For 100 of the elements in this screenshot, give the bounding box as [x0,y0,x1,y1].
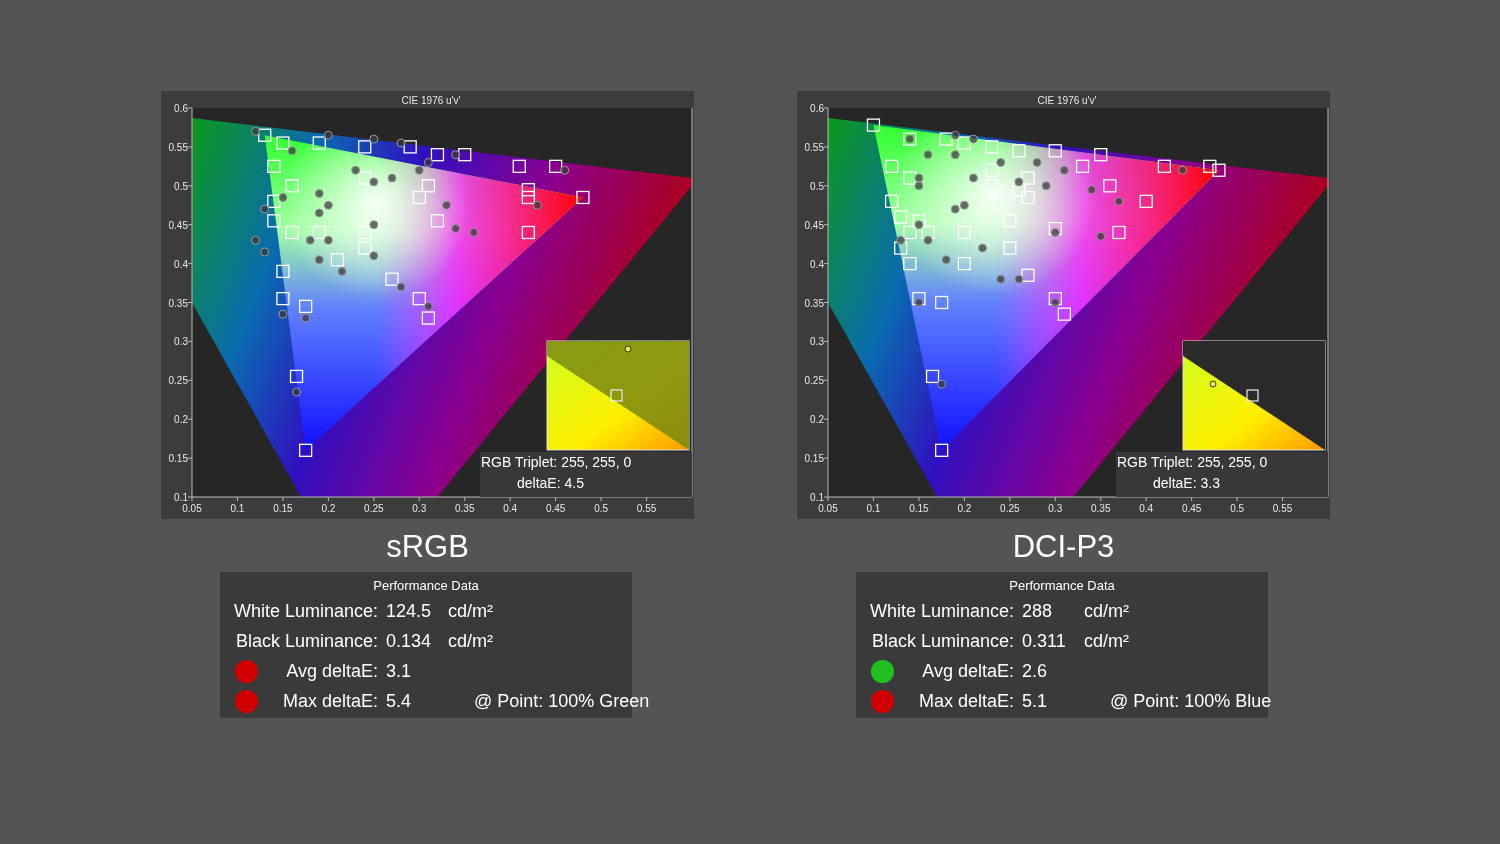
target-square [330,253,345,267]
measured-point [369,251,379,261]
metric-value: 288 [1021,599,1054,623]
measured-point [451,150,461,160]
target-square [289,369,304,384]
target-square [885,159,899,173]
y-tick-label: 0.45 [168,219,188,231]
target-square [312,136,326,150]
measured-point [396,138,406,148]
metric-value: 5.1 [1021,689,1049,713]
measured-point [337,266,347,276]
target-square [957,136,971,150]
x-tick-label: 0.4 [1139,503,1154,514]
target-square [1048,144,1062,158]
target-square [985,179,999,193]
target-square [1021,190,1035,205]
target-square [912,291,926,306]
target-square [921,225,935,240]
metric-label: Black Luminance: [234,629,378,653]
target-square [1048,221,1062,236]
target-square [1112,225,1126,240]
measured-point [1050,298,1060,307]
metric-label: Max deltaE: [917,689,1014,713]
measured-point [351,165,361,175]
measured-point [923,235,933,245]
measured-point [968,173,978,183]
measured-point [387,173,397,183]
target-square [521,225,535,240]
y-tick-label: 0.1 [174,492,188,503]
y-tick-label: 0.4 [810,258,824,270]
measured-point [914,181,924,191]
y-tick-label: 0.3 [810,336,824,348]
measured-point [251,126,261,136]
target-square [312,225,326,240]
x-tick-label: 0.15 [273,503,293,514]
x-tick-label: 0.4 [503,503,518,514]
chart-title: CIE 1976 u'v' [401,95,461,106]
measured-point [260,247,270,257]
y-tick-label: 0.55 [168,141,188,153]
y-tick-label: 0.2 [810,414,824,426]
measured-point [287,146,297,156]
target-square [412,291,426,306]
target-square [894,241,908,255]
target-square [935,443,949,457]
measured-point [950,150,960,160]
metric-value: 0.134 [385,629,433,653]
unit-label: cd/m² [447,629,493,653]
unit-label: cd/m² [1083,629,1129,653]
y-tick-label: 0.25 [168,375,188,387]
target-square [1012,144,1026,158]
measured-point [914,220,924,230]
target-square [421,311,435,325]
target-square [1157,159,1171,173]
x-tick-label: 0.55 [636,503,657,514]
measured-point [423,157,433,167]
point-label: @ Point: 100% Green [473,689,650,713]
y-tick-label: 0.4 [174,258,188,270]
measured-point [323,200,333,210]
target-square [957,256,971,271]
target-square [1021,268,1035,282]
target-square [421,179,435,193]
measured-point [451,224,461,234]
metric-value: 124.5 [385,599,433,623]
x-tick-label: 0.45 [1181,503,1202,514]
target-square [258,128,272,142]
target-square [267,194,281,208]
readout-text: deltaE: 3.3 [1152,474,1221,493]
target-square [1103,179,1117,193]
measured-point [896,235,906,245]
measured-point [442,200,452,210]
x-tick-label: 0.3 [412,503,427,514]
target-square [1021,171,1035,185]
measured-point [251,235,261,245]
y-tick-label: 0.25 [804,375,824,387]
target-square [521,190,535,205]
panel-heading: Performance Data [372,577,480,595]
metric-label: Avg deltaE: [285,659,378,683]
x-tick-label: 0.5 [1230,503,1245,514]
readout-text: RGB Triplet: 255, 255, 0 [1117,453,1269,472]
target-square [885,194,899,208]
target-square [1139,194,1153,208]
target-square [385,272,399,286]
target-square [1094,148,1108,162]
x-tick-label: 0.05 [818,503,838,514]
target-square [935,295,949,310]
measured-point [560,165,570,175]
y-tick-label: 0.35 [804,297,824,309]
metric-label: White Luminance: [868,599,1014,623]
measured-point [532,200,542,210]
target-square [285,179,299,193]
y-tick-label: 0.45 [804,219,824,231]
target-square [299,299,313,314]
measured-point [1050,228,1060,237]
x-tick-label: 0.2 [321,503,336,514]
measured-point [978,243,988,253]
x-tick-label: 0.15 [909,503,929,514]
measured-point [923,150,933,160]
target-square [903,225,917,240]
target-square [985,140,999,154]
target-square [430,214,445,228]
